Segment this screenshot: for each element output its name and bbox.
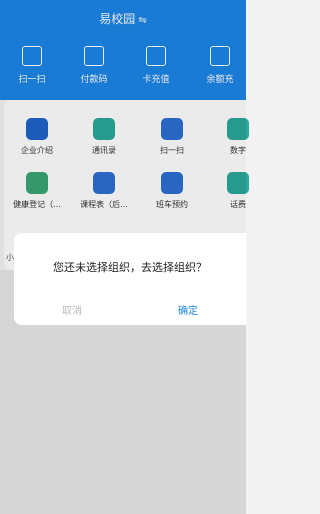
confirm-button[interactable]: 确定: [130, 302, 246, 317]
cancel-button[interactable]: 取消: [14, 302, 130, 317]
dialog-message: 您还未选择组织，去选择组织？: [53, 261, 207, 274]
select-organization-dialog: 您还未选择组织，去选择组织？ 取消 确定: [14, 233, 246, 325]
